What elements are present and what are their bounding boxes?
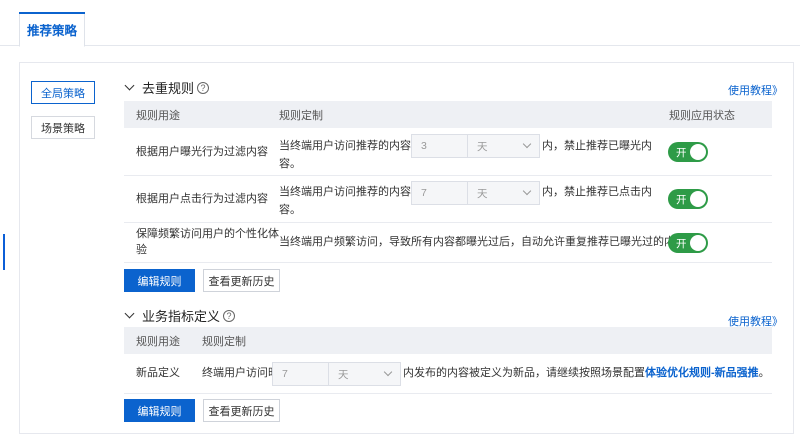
toggle-knob (690, 144, 706, 160)
chevron-down-icon (383, 367, 393, 377)
row-text: 当终端用户频繁访问，导致所有内容都曝光过后，自动允许重复推荐已曝光过的内容 (279, 236, 686, 248)
table-row: 根据用户点击行为过滤内容 当终端用户访问推荐的内容流时, 7 天 内，禁止推荐已… (124, 176, 772, 223)
edit-rules-button[interactable]: 编辑规则 (124, 269, 195, 292)
tab-recommend-strategy[interactable]: 推荐策略 (19, 12, 85, 47)
edit-rules-button[interactable]: 编辑规则 (124, 399, 195, 422)
unit-select[interactable]: 天 (328, 362, 401, 386)
left-edge-indicator (3, 234, 5, 270)
row-text-end: 。 (758, 367, 770, 379)
row-purpose-line2: 验 (136, 244, 147, 256)
days-value-input[interactable]: 7 (411, 181, 468, 205)
metrics-title-text: 业务指标定义 (142, 309, 221, 324)
row-purpose: 根据用户点击行为过滤内容 (136, 193, 268, 205)
experience-optimization-link[interactable]: 体验优化规则-新品强推 (645, 367, 759, 379)
row-purpose: 新品定义 (136, 367, 180, 379)
dedup-section-title[interactable]: 去重规则 ? (124, 78, 210, 97)
row-text-before: 终端用户访问时, (202, 367, 283, 379)
row-text-after-group: 内发布的内容被定义为新品，请继续按照场景配置体验优化规则-新品强推。 (403, 365, 770, 382)
row-text-after: 内，禁止推荐已点击内 (542, 186, 652, 198)
dedup-table-header: 规则用途 规则定制 规则应用状态 (124, 101, 772, 128)
rule-status-toggle[interactable]: 开 (668, 142, 708, 162)
row-text-after: 内，禁止推荐已曝光内 (542, 140, 652, 152)
col-custom: 规则定制 (279, 109, 323, 122)
days-value-input[interactable]: 7 (272, 362, 329, 386)
chevron-down-icon (124, 80, 135, 91)
top-tab-bar: 推荐策略 (0, 0, 800, 47)
unit-select[interactable]: 天 (467, 181, 540, 205)
unit-select-value: 天 (338, 368, 349, 381)
chevron-down-icon (522, 139, 532, 149)
help-question-icon[interactable]: ? (197, 81, 210, 94)
metrics-section-title[interactable]: 业务指标定义 ? (124, 306, 236, 325)
toggle-label: 开 (676, 194, 687, 206)
sidebar-item-global-strategy[interactable]: 全局策略 (31, 81, 95, 104)
col-purpose: 规则用途 (136, 109, 180, 122)
toggle-knob (690, 235, 706, 251)
rule-status-toggle[interactable]: 开 (668, 233, 708, 253)
col-purpose: 规则用途 (136, 335, 180, 348)
row-purpose-line1: 保障频繁访问用户的个性化体 (136, 228, 279, 240)
unit-select[interactable]: 天 (467, 134, 540, 158)
rule-status-toggle[interactable]: 开 (668, 189, 708, 209)
table-row: 新品定义 终端用户访问时, 7 天 内发布的内容被定义为新品，请继续按照场景配置… (124, 354, 772, 394)
row-text-wrap: 容。 (279, 204, 301, 216)
dedup-title-text: 去重规则 (142, 81, 195, 96)
row-purpose: 根据用户曝光行为过滤内容 (136, 146, 268, 158)
strategy-panel: 全局策略 场景策略 去重规则 ? 使用教程》 规则用途 规则定制 规则应用状态 … (19, 62, 794, 434)
table-row: 根据用户曝光行为过滤内容 当终端用户访问推荐的内容流时, 3 天 内，禁止推荐已… (124, 128, 772, 176)
row-text-after: 内发布的内容被定义为新品，请继续按照场景配置 (403, 367, 645, 379)
view-history-button[interactable]: 查看更新历史 (203, 399, 280, 422)
table-row: 保障频繁访问用户的个性化体 验 当终端用户频繁访问，导致所有内容都曝光过后，自动… (124, 223, 772, 263)
help-question-icon[interactable]: ? (223, 309, 236, 322)
chevron-down-icon (124, 308, 135, 319)
unit-select-value: 天 (477, 140, 488, 153)
days-value-input[interactable]: 3 (411, 134, 468, 158)
col-custom: 规则定制 (202, 335, 246, 348)
unit-select-value: 天 (477, 187, 488, 200)
view-history-button[interactable]: 查看更新历史 (203, 269, 280, 292)
metrics-table-header: 规则用途 规则定制 (124, 327, 772, 354)
row-text-wrap: 容。 (279, 158, 301, 170)
col-status: 规则应用状态 (669, 109, 735, 122)
sidebar-item-scene-strategy[interactable]: 场景策略 (31, 116, 95, 139)
dedup-help-link[interactable]: 使用教程》 (728, 82, 783, 98)
chevron-down-icon (522, 186, 532, 196)
toggle-label: 开 (676, 147, 687, 159)
toggle-knob (690, 191, 706, 207)
toggle-label: 开 (676, 238, 687, 250)
